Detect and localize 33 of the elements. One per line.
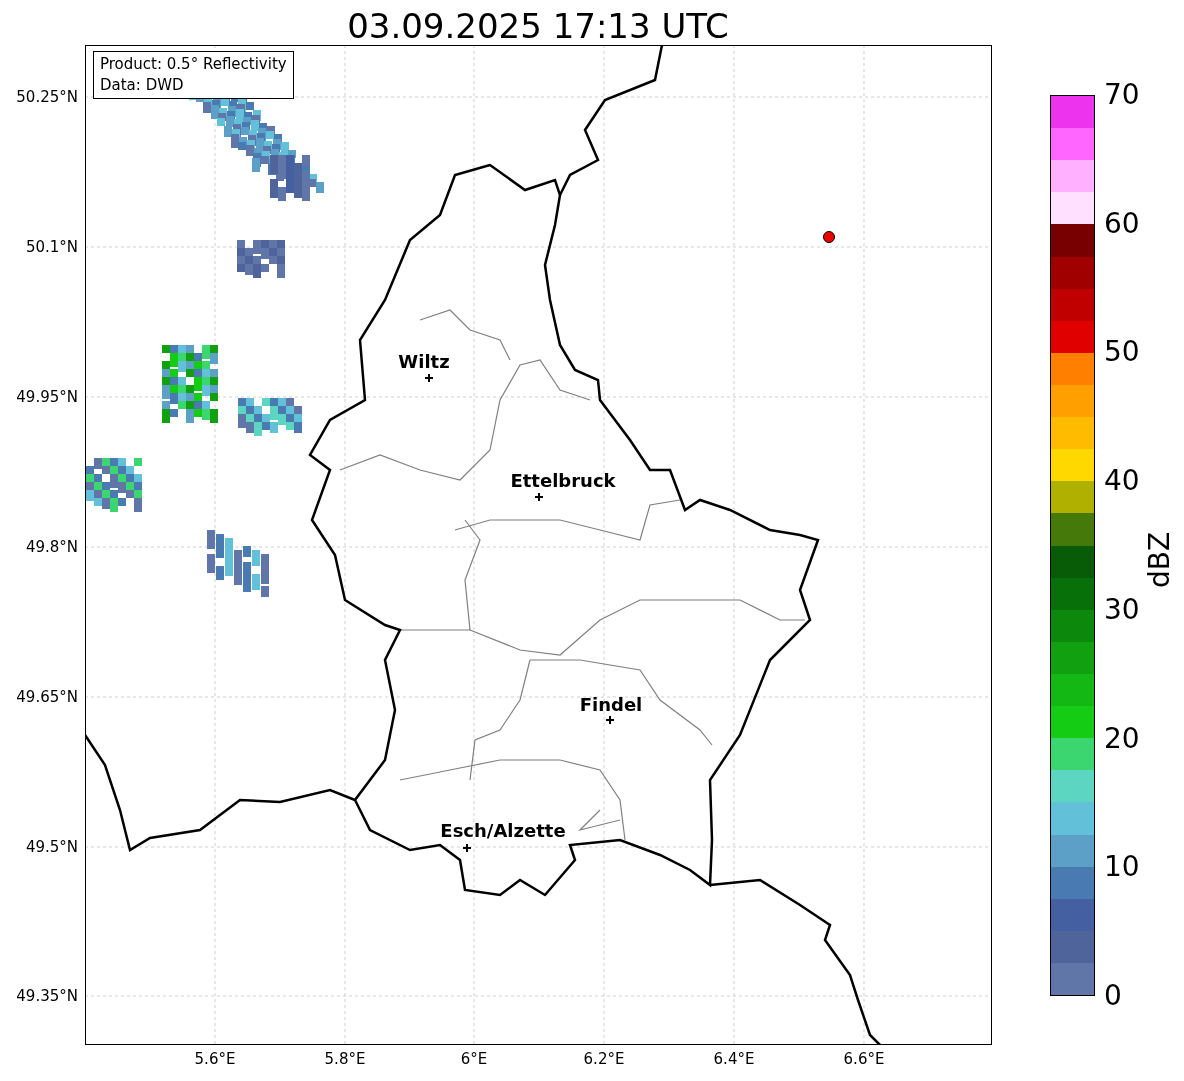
colorbar-tick-label: 20 xyxy=(1104,722,1140,755)
colorbar-tick-label: 60 xyxy=(1104,207,1140,240)
latitude-label: 49.8°N xyxy=(24,538,78,556)
info-text: Data: DWD xyxy=(100,75,185,96)
latitude-label: 49.35°N xyxy=(15,987,78,1005)
latitude-label: 49.65°N xyxy=(15,688,78,706)
longitude-label: 6.4°E xyxy=(712,1050,756,1068)
city-label: Ettelbruck xyxy=(509,470,617,492)
city-marker-icon xyxy=(425,374,433,382)
latitude-label: 50.1°N xyxy=(24,238,78,256)
longitude-label: 6°E xyxy=(459,1050,489,1068)
longitude-label: 5.8°E xyxy=(323,1050,367,1068)
latitude-label: 49.5°N xyxy=(24,838,78,856)
info-text: Product: 0.5° Reflectivity xyxy=(100,54,287,75)
city-label: Findel xyxy=(578,694,644,716)
colorbar-tick-label: 70 xyxy=(1104,79,1140,111)
latitude-label: 50.25°N xyxy=(15,88,78,106)
city-marker-icon xyxy=(535,493,543,501)
city-marker-icon xyxy=(606,716,614,724)
city-label: Esch/Alzette xyxy=(439,820,567,842)
city-marker-icon xyxy=(463,844,471,852)
colorbar-tick-label: 10 xyxy=(1104,851,1140,884)
colorbar-tick-label: 50 xyxy=(1104,336,1140,369)
longitude-label: 6.2°E xyxy=(582,1050,626,1068)
colorbar-label: dBZ xyxy=(1142,530,1177,590)
colorbar-tick-label: 30 xyxy=(1104,593,1140,626)
city-label: Wiltz xyxy=(397,351,451,373)
chart-title: 03.09.2025 17:13 UTC xyxy=(346,5,730,48)
latitude-label: 49.95°N xyxy=(15,388,78,406)
colorbar-tick-label: 40 xyxy=(1104,465,1140,498)
colorbar-tick-label: 0 xyxy=(1104,980,1122,1012)
longitude-label: 6.6°E xyxy=(842,1050,886,1068)
longitude-label: 5.6°E xyxy=(193,1050,237,1068)
